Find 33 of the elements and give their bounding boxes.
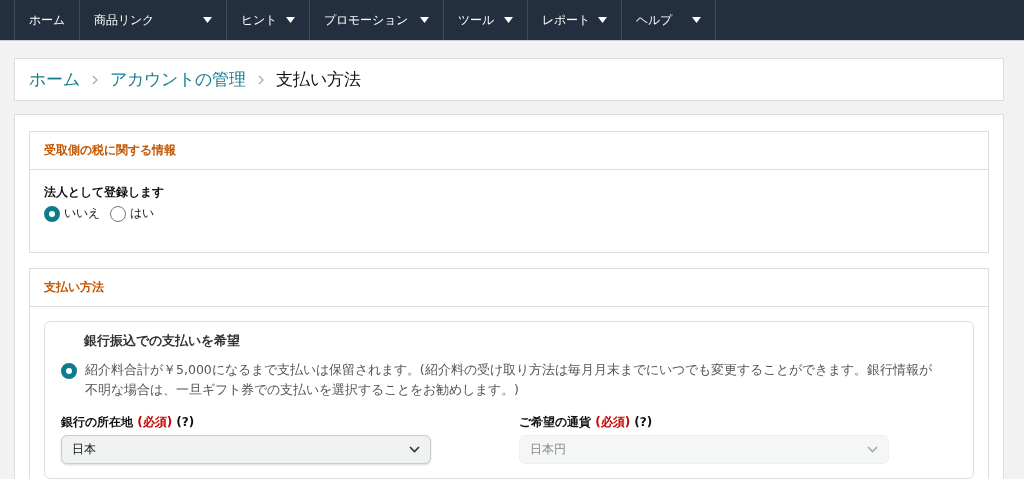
radio-button[interactable] [44, 205, 60, 222]
nav-menu-item[interactable]: レポート [527, 0, 622, 40]
caret-icon [504, 17, 513, 23]
field-label: ご希望の通貨 (必須) (?) [519, 414, 654, 431]
nav-menu-item[interactable]: ホーム [14, 0, 80, 40]
radio-option[interactable]: はい [110, 205, 154, 222]
nav-menu-item[interactable]: プロモーション [309, 0, 444, 40]
caret-icon [420, 17, 429, 23]
question-label: 法人として登録します [44, 184, 165, 201]
radio-button[interactable] [61, 363, 77, 379]
nav-menu-item[interactable]: ヒント [226, 0, 310, 40]
chevron-right-icon [92, 74, 98, 85]
section-heading: 支払い方法 [30, 269, 988, 307]
page-title: 支払い方法 [276, 68, 361, 91]
caret-icon [203, 17, 212, 23]
caret-icon [286, 17, 295, 23]
chevron-right-icon [258, 74, 264, 85]
chevron-down-icon [409, 446, 420, 453]
caret-icon [692, 17, 701, 23]
section-heading: 受取側の税に関する情報 [30, 132, 988, 170]
option-description: 紹介料合計が￥5,000になるまで支払いは保留されます。(紹介料の受け取り方法は毎月月末までにいつでも変更することができます。銀行情報が不明な場合は、一旦ギフト券での支払いを選択することをお勧めします。) [85, 361, 933, 399]
radio-option[interactable]: いいえ [44, 205, 100, 222]
option-title: 銀行振込での支払いを希望 [84, 332, 241, 350]
nav-menu-item[interactable]: ヘルプ [621, 0, 716, 40]
dropdown-select[interactable]: 日本 [61, 435, 431, 464]
chevron-down-icon [867, 446, 878, 453]
caret-icon [598, 17, 607, 23]
field-label: 銀行の所在地 (必須) (?) [61, 414, 196, 431]
nav-menu-item[interactable]: ツール [443, 0, 528, 40]
nav-menu-item[interactable]: 商品リンク [79, 0, 227, 40]
radio-button[interactable] [110, 205, 126, 222]
breadcrumb-link[interactable]: アカウントの管理 [110, 68, 246, 91]
breadcrumb-link[interactable]: ホーム [29, 68, 80, 91]
